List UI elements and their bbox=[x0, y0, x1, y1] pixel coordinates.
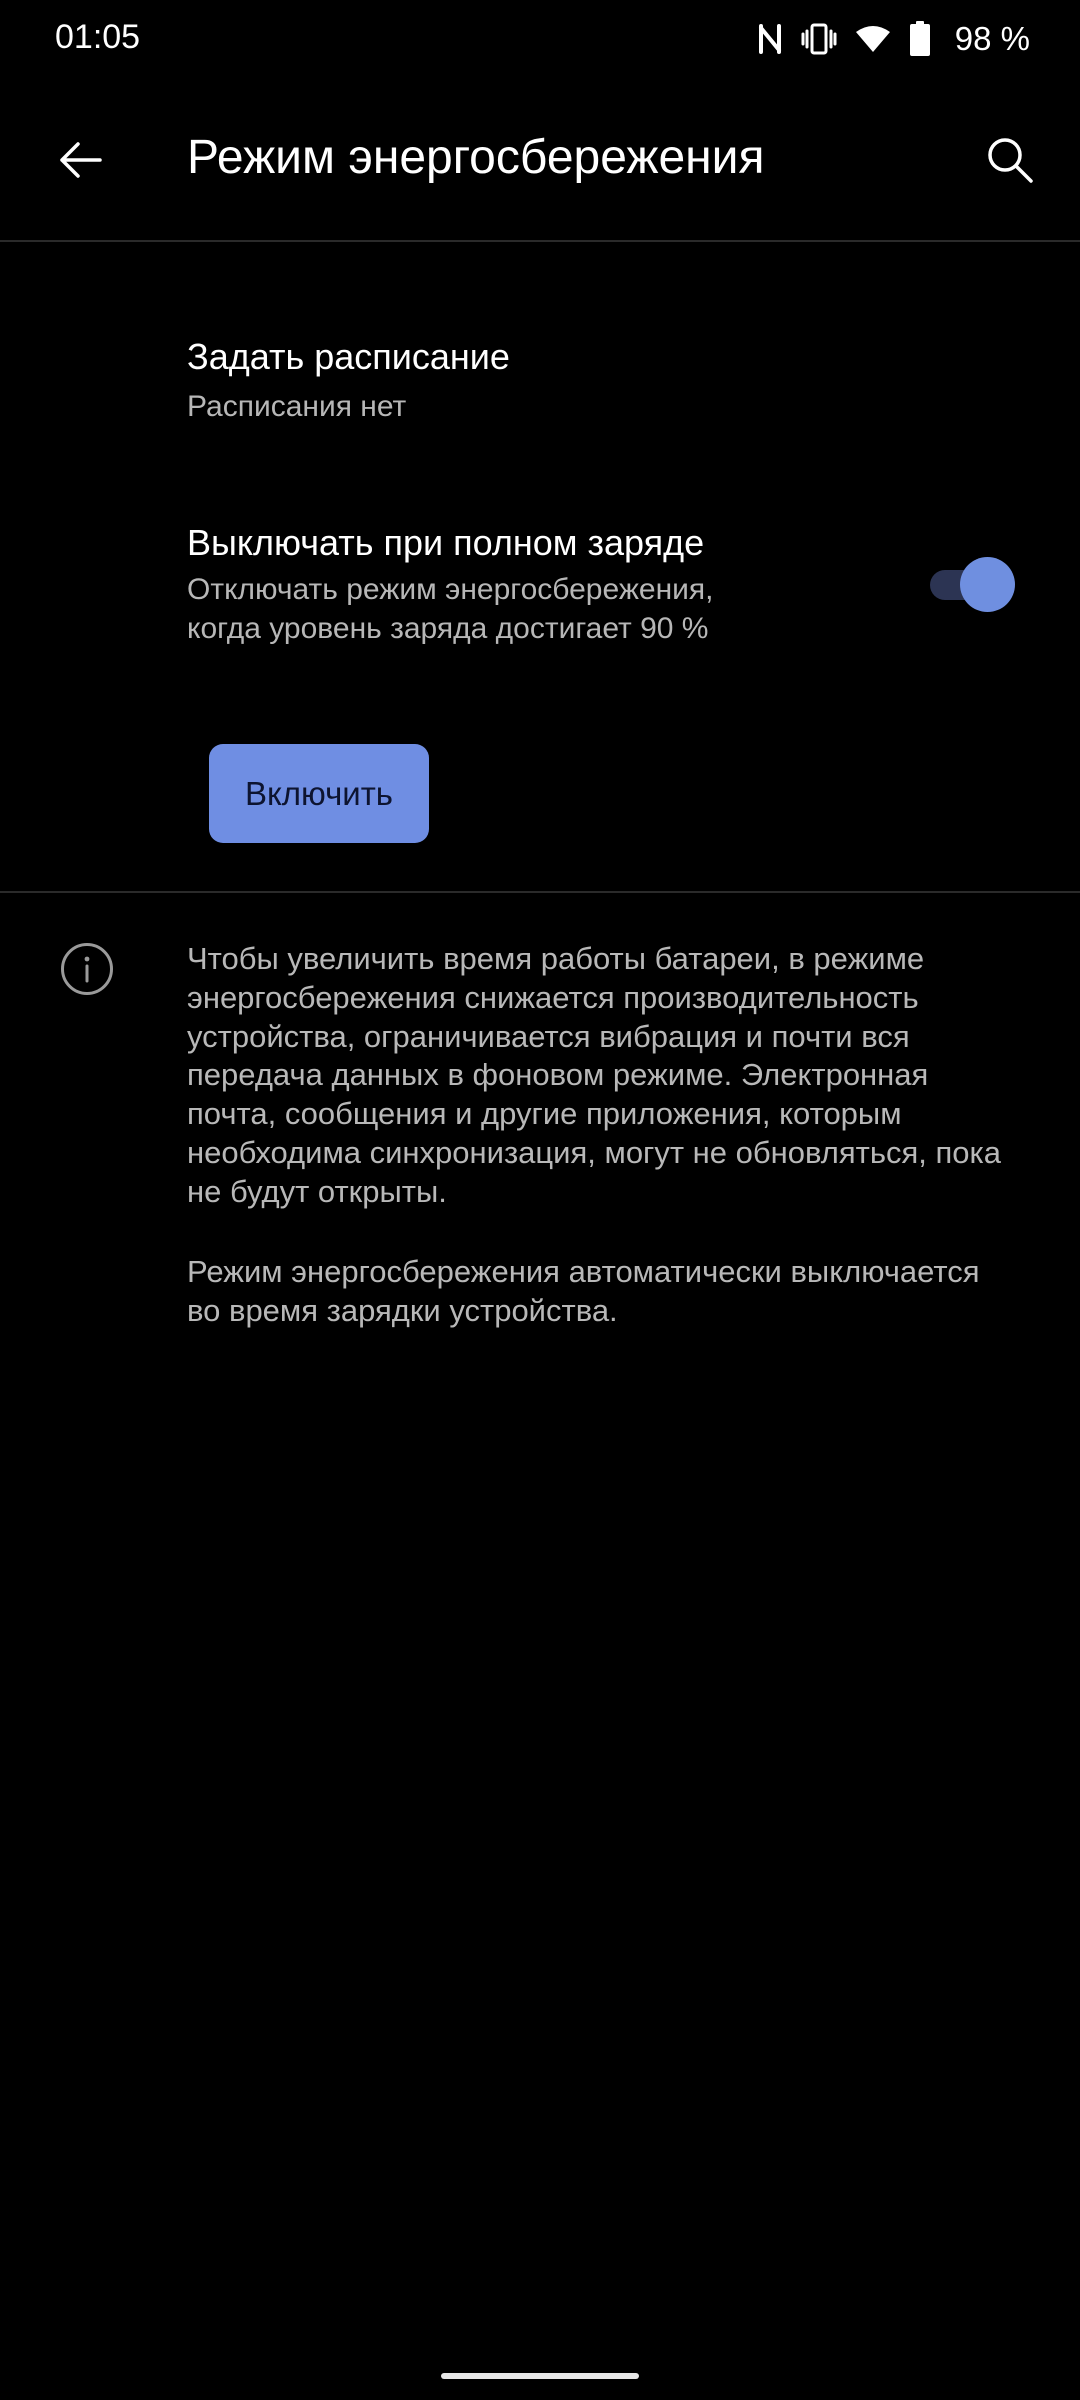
search-button[interactable] bbox=[970, 120, 1050, 200]
turn-off-when-charged-toggle[interactable] bbox=[926, 556, 1016, 612]
info-paragraph-2: Режим энергосбережения автоматически вык… bbox=[187, 1254, 980, 1328]
app-bar: Режим энергосбережения bbox=[0, 80, 1080, 240]
back-button[interactable] bbox=[40, 120, 120, 200]
app-bar-divider bbox=[0, 240, 1080, 242]
toggle-thumb bbox=[960, 557, 1015, 612]
page-title: Режим энергосбережения bbox=[187, 131, 765, 184]
schedule-summary: Расписания нет bbox=[187, 390, 407, 423]
battery-percent: 98 % bbox=[954, 20, 1030, 57]
turn-off-when-charged-setting[interactable]: Выключать при полном заряде Отключать ре… bbox=[0, 490, 1080, 680]
status-time: 01:05 bbox=[55, 18, 141, 56]
schedule-title: Задать расписание bbox=[187, 336, 510, 377]
search-icon bbox=[988, 138, 1033, 183]
turn-off-when-charged-title: Выключать при полном заряде bbox=[187, 522, 705, 563]
vibrate-icon bbox=[801, 22, 837, 56]
gesture-nav-handle[interactable] bbox=[441, 2373, 639, 2379]
status-icons: 98 % bbox=[757, 14, 1030, 64]
enable-button[interactable]: Включить bbox=[209, 744, 429, 843]
turn-off-when-charged-summary-line-1: Отключать режим энергосбережения, bbox=[187, 573, 714, 606]
turn-off-when-charged-summary-line-2: когда уровень заряда достигает 90 % bbox=[187, 612, 709, 645]
info-paragraph-1: Чтобы увеличить время работы батареи, в … bbox=[187, 941, 1002, 1209]
wifi-icon bbox=[855, 24, 891, 54]
arrow-back-icon bbox=[60, 142, 102, 178]
battery-icon bbox=[909, 21, 931, 57]
status-bar: 01:05 98 % bbox=[0, 0, 1080, 80]
schedule-setting[interactable]: Задать расписание Расписания нет bbox=[0, 300, 1080, 450]
nfc-icon bbox=[757, 22, 783, 56]
section-divider bbox=[0, 891, 1080, 893]
info-icon bbox=[61, 943, 113, 995]
